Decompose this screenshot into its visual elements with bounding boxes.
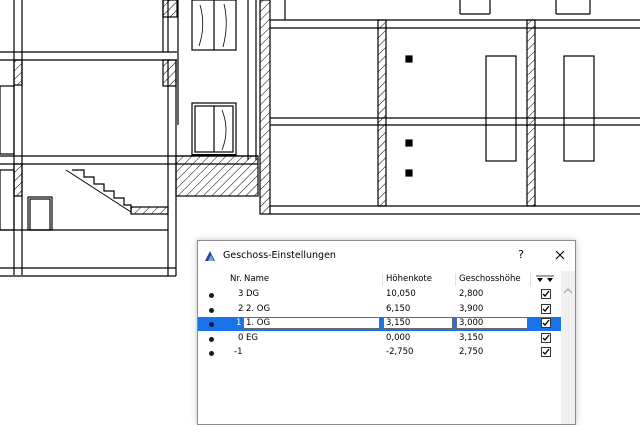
story-visibility-checkbox[interactable]	[541, 303, 551, 314]
column-header-name[interactable]: Name	[244, 274, 269, 284]
column-header-height[interactable]: Geschosshöhe	[459, 274, 521, 284]
left-doors	[0, 85, 53, 231]
story-elevation[interactable]: -2,750	[386, 347, 413, 357]
close-icon[interactable]	[553, 248, 567, 262]
story-name-input[interactable]: 1. OG	[243, 317, 380, 329]
story-name[interactable]: EG	[246, 333, 258, 343]
right-windows	[405, 55, 595, 177]
story-height[interactable]: 3,150	[459, 333, 483, 343]
scroll-up-icon[interactable]	[563, 287, 573, 295]
story-elevation-input[interactable]: 3,150	[383, 317, 453, 329]
story-bullet-icon	[209, 336, 214, 342]
column-header-elevation[interactable]: Höhenkote	[386, 274, 432, 284]
column-separator[interactable]	[530, 273, 531, 286]
story-height[interactable]: 2,800	[459, 289, 483, 299]
story-visibility-checkbox[interactable]	[541, 332, 551, 343]
story-nr: 0	[238, 332, 244, 343]
column-separator[interactable]	[455, 273, 456, 286]
checkmark-icon	[542, 334, 550, 341]
archicad-icon	[205, 251, 215, 261]
story-bullet-icon	[209, 322, 214, 327]
story-row[interactable]: 1 1. OG 3,150 3,000	[198, 317, 561, 331]
checkmark-icon	[542, 348, 550, 355]
window-upper	[191, 0, 237, 51]
checkmark-icon	[542, 319, 550, 326]
story-nr: 3	[238, 289, 244, 299]
story-visibility-checkbox[interactable]	[541, 318, 551, 328]
story-elevation[interactable]: 10,050	[386, 289, 416, 299]
vertical-scrollbar[interactable]	[561, 271, 575, 424]
help-button[interactable]: ?	[514, 248, 528, 262]
story-name[interactable]: DG	[246, 289, 259, 299]
checkmark-icon	[542, 290, 550, 297]
story-bullet-icon	[209, 307, 214, 313]
staircase	[72, 169, 132, 214]
right-wing-walls	[259, 0, 640, 215]
checkmark-icon	[542, 305, 550, 312]
story-nr: 1	[236, 318, 242, 328]
story-settings-dialog: Geschoss-Einstellungen ? Nr. Name Höhenk…	[197, 240, 576, 425]
left-wing-walls	[0, 0, 258, 277]
story-elevation[interactable]: 6,150	[386, 304, 410, 314]
story-bullet-icon	[209, 293, 214, 298]
dialog-title: Geschoss-Einstellungen	[223, 250, 336, 261]
story-row[interactable]: -1 -2,750 2,750	[198, 346, 561, 360]
filter-arrows-icon[interactable]	[535, 275, 555, 283]
column-header-nr[interactable]: Nr.	[230, 274, 242, 284]
story-visibility-checkbox[interactable]	[541, 347, 551, 357]
story-row[interactable]: 0 EG 0,000 3,150	[198, 332, 561, 346]
story-row[interactable]: 3 DG 10,050 2,800	[198, 288, 561, 302]
story-elevation[interactable]: 0,000	[386, 333, 410, 343]
window-lower	[191, 102, 237, 156]
story-row[interactable]: 2 2. OG 6,150 3,900	[198, 303, 561, 317]
story-nr: -1	[234, 347, 243, 357]
story-name[interactable]: 2. OG	[246, 304, 270, 314]
dialog-titlebar[interactable]: Geschoss-Einstellungen ?	[198, 241, 575, 271]
story-visibility-checkbox[interactable]	[541, 289, 551, 299]
hatched-walls	[13, 0, 259, 215]
story-height-input[interactable]: 3,000	[456, 317, 528, 329]
column-separator[interactable]	[382, 273, 383, 286]
story-height[interactable]: 2,750	[459, 347, 483, 357]
story-nr: 2	[238, 303, 244, 314]
story-height[interactable]: 3,900	[459, 304, 483, 314]
story-bullet-icon	[209, 351, 214, 356]
